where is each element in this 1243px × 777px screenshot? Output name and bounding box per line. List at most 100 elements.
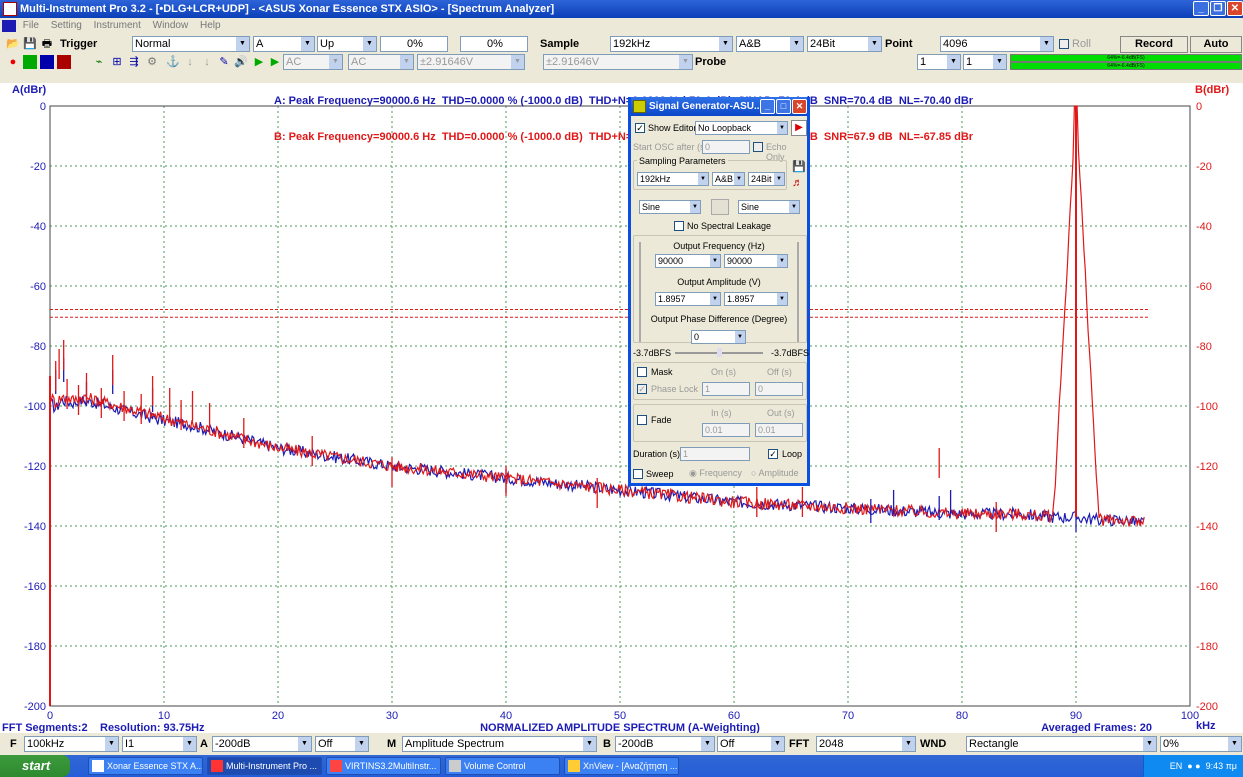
slider-a-track[interactable]: [639, 242, 641, 342]
phase-select[interactable]: 0 ▼: [691, 330, 746, 344]
freq-a-select[interactable]: 90000 ▼: [655, 254, 721, 268]
menu-instrument[interactable]: Instrument: [94, 20, 141, 31]
task-multi-instrument[interactable]: Multi-Instrument Pro ...: [207, 757, 322, 775]
record-dot-icon[interactable]: ●: [6, 55, 20, 69]
window-function-select[interactable]: Rectangle ▼: [966, 736, 1157, 752]
play-icon[interactable]: ▶: [252, 55, 266, 69]
menu-setting[interactable]: Setting: [51, 20, 82, 31]
mask-on-input[interactable]: 1: [702, 382, 750, 396]
play-once-icon[interactable]: ▶: [268, 55, 282, 69]
a-range-select[interactable]: -200dB ▼: [212, 736, 312, 752]
menu-help[interactable]: Help: [200, 20, 221, 31]
bits-select[interactable]: 24Bit ▼: [807, 36, 882, 52]
range-b-select[interactable]: ±2.91646V ▼: [543, 54, 693, 70]
generator-minimize-button[interactable]: _: [760, 99, 775, 114]
loopback-select[interactable]: No Loopback ▼: [695, 121, 788, 135]
slider-b-track[interactable]: [797, 242, 799, 342]
b-offset-select[interactable]: Off ▼: [717, 736, 785, 752]
frequency-range-select[interactable]: 100kHz ▼: [24, 736, 119, 752]
restore-button[interactable]: ❐: [1210, 1, 1226, 16]
cursor-icon[interactable]: ⌁: [92, 55, 106, 69]
gen-rate-select[interactable]: 192kHz ▼: [637, 172, 709, 186]
frequency-start-select[interactable]: I1 ▼: [122, 736, 197, 752]
menu-file[interactable]: File: [23, 20, 39, 31]
marker-icon[interactable]: ⊞: [110, 55, 124, 69]
print-icon[interactable]: 🖶: [40, 37, 54, 51]
mask-off-input[interactable]: 0: [755, 382, 803, 396]
spectrum-plot[interactable]: 0 0 -20 -20 -40 -40 -60 -60 -80 -80 -100 -100 -120 -1…: [0, 83, 1243, 734]
probe-b-select[interactable]: 1 ▼: [963, 54, 1007, 70]
a-offset-select[interactable]: Off ▼: [315, 736, 369, 752]
waveform-b-select[interactable]: Sine ▼: [738, 200, 800, 214]
roll-checkbox[interactable]: [1059, 39, 1069, 49]
gen-sweep-icon[interactable]: ♬: [792, 177, 803, 189]
signal-generator-window[interactable]: Signal Generator-ASU... _ □ ✕ ✓ Show Edi…: [628, 97, 810, 486]
trigger-mode-select[interactable]: Normal ▼: [132, 36, 250, 52]
oscilloscope-icon[interactable]: [23, 55, 37, 69]
sweep-frequency-radio[interactable]: ◉ Frequency: [689, 468, 742, 479]
sweep-checkbox[interactable]: [633, 469, 643, 479]
start-button[interactable]: start: [0, 755, 70, 777]
waveform-a-select[interactable]: Sine ▼: [639, 200, 701, 214]
start-osc-input[interactable]: 0: [702, 140, 750, 154]
trigger-delay-input[interactable]: 0%: [460, 36, 528, 52]
phase-lock-checkbox[interactable]: ✓: [637, 384, 647, 394]
sample-rate-select[interactable]: 192kHz ▼: [610, 36, 733, 52]
save-icon[interactable]: 💾: [23, 37, 37, 51]
trigger-channel-select[interactable]: A ▼: [253, 36, 315, 52]
overlap-select[interactable]: 0% ▼: [1160, 736, 1242, 752]
probe-icon[interactable]: ✎: [217, 55, 231, 69]
minimize-button[interactable]: _: [1193, 1, 1209, 16]
balance-thumb[interactable]: [717, 348, 722, 357]
no-leak-checkbox[interactable]: [674, 221, 684, 231]
probe-a-select[interactable]: 1 ▼: [917, 54, 961, 70]
amp-b-select[interactable]: 1.8957 ▼: [724, 292, 788, 306]
link-icon[interactable]: ⚓: [166, 55, 180, 69]
gen-bits-select[interactable]: 24Bit ▼: [748, 172, 785, 186]
generator-play-button[interactable]: ▶: [791, 120, 807, 136]
duration-input[interactable]: 1: [680, 447, 750, 461]
spectrum-icon[interactable]: [40, 55, 54, 69]
spectrum-chart-area[interactable]: 0 0 -20 -20 -40 -40 -60 -60 -80 -80 -100 -100 -120 -1…: [0, 83, 1243, 734]
language-indicator[interactable]: EN: [1170, 761, 1183, 771]
auto-button[interactable]: Auto: [1190, 36, 1242, 53]
mode-select[interactable]: Amplitude Spectrum ▼: [402, 736, 597, 752]
channels-select[interactable]: A&B ▼: [736, 36, 804, 52]
gen-save-icon[interactable]: 💾: [792, 160, 806, 173]
gen-channels-select[interactable]: A&B ▼: [712, 172, 745, 186]
sync-a-icon[interactable]: ↓: [183, 55, 197, 69]
spectroplot-icon[interactable]: [57, 55, 71, 69]
task-xnview[interactable]: XnView - [Αναζήτηση ...: [564, 757, 679, 775]
points-select[interactable]: 4096 ▼: [940, 36, 1054, 52]
trigger-level-input[interactable]: 0%: [380, 36, 448, 52]
amp-a-select[interactable]: 1.8957 ▼: [655, 292, 721, 306]
show-editor-checkbox[interactable]: ✓: [635, 123, 645, 133]
fade-checkbox[interactable]: [637, 415, 647, 425]
fft-size-select[interactable]: 2048 ▼: [816, 736, 916, 752]
generator-close-button[interactable]: ✕: [792, 99, 807, 114]
open-icon[interactable]: 📂: [6, 37, 20, 51]
generator-maximize-button[interactable]: □: [776, 99, 791, 114]
mask-checkbox[interactable]: [637, 367, 647, 377]
loop-checkbox[interactable]: ✓: [768, 449, 778, 459]
zoom-icon[interactable]: ⇶: [127, 55, 141, 69]
tools-icon[interactable]: ⚙: [145, 55, 159, 69]
fade-out-input[interactable]: 0.01: [755, 423, 803, 437]
sync-b-icon[interactable]: ↓: [200, 55, 214, 69]
speaker-icon[interactable]: 🔊: [234, 55, 248, 69]
sweep-amplitude-radio[interactable]: ○ Amplitude: [751, 468, 798, 478]
range-a-select[interactable]: ±2.91646V ▼: [417, 54, 525, 70]
trigger-edge-select[interactable]: Up ▼: [317, 36, 377, 52]
fade-in-input[interactable]: 0.01: [702, 423, 750, 437]
close-button[interactable]: ✕: [1227, 1, 1243, 16]
coupling-a-select[interactable]: AC ▼: [283, 54, 343, 70]
generator-titlebar[interactable]: Signal Generator-ASU... _ □ ✕: [631, 97, 807, 116]
b-range-select[interactable]: -200dB ▼: [615, 736, 715, 752]
task-xonar[interactable]: Xonar Essence STX A...: [88, 757, 203, 775]
freq-b-select[interactable]: 90000 ▼: [724, 254, 788, 268]
record-button[interactable]: Record: [1120, 36, 1188, 53]
menu-window[interactable]: Window: [153, 20, 189, 31]
task-volume-control[interactable]: Volume Control: [445, 757, 560, 775]
task-virtins-pdf[interactable]: VIRTINS3.2MultiInstr...: [326, 757, 441, 775]
coupling-b-select[interactable]: AC ▼: [348, 54, 414, 70]
